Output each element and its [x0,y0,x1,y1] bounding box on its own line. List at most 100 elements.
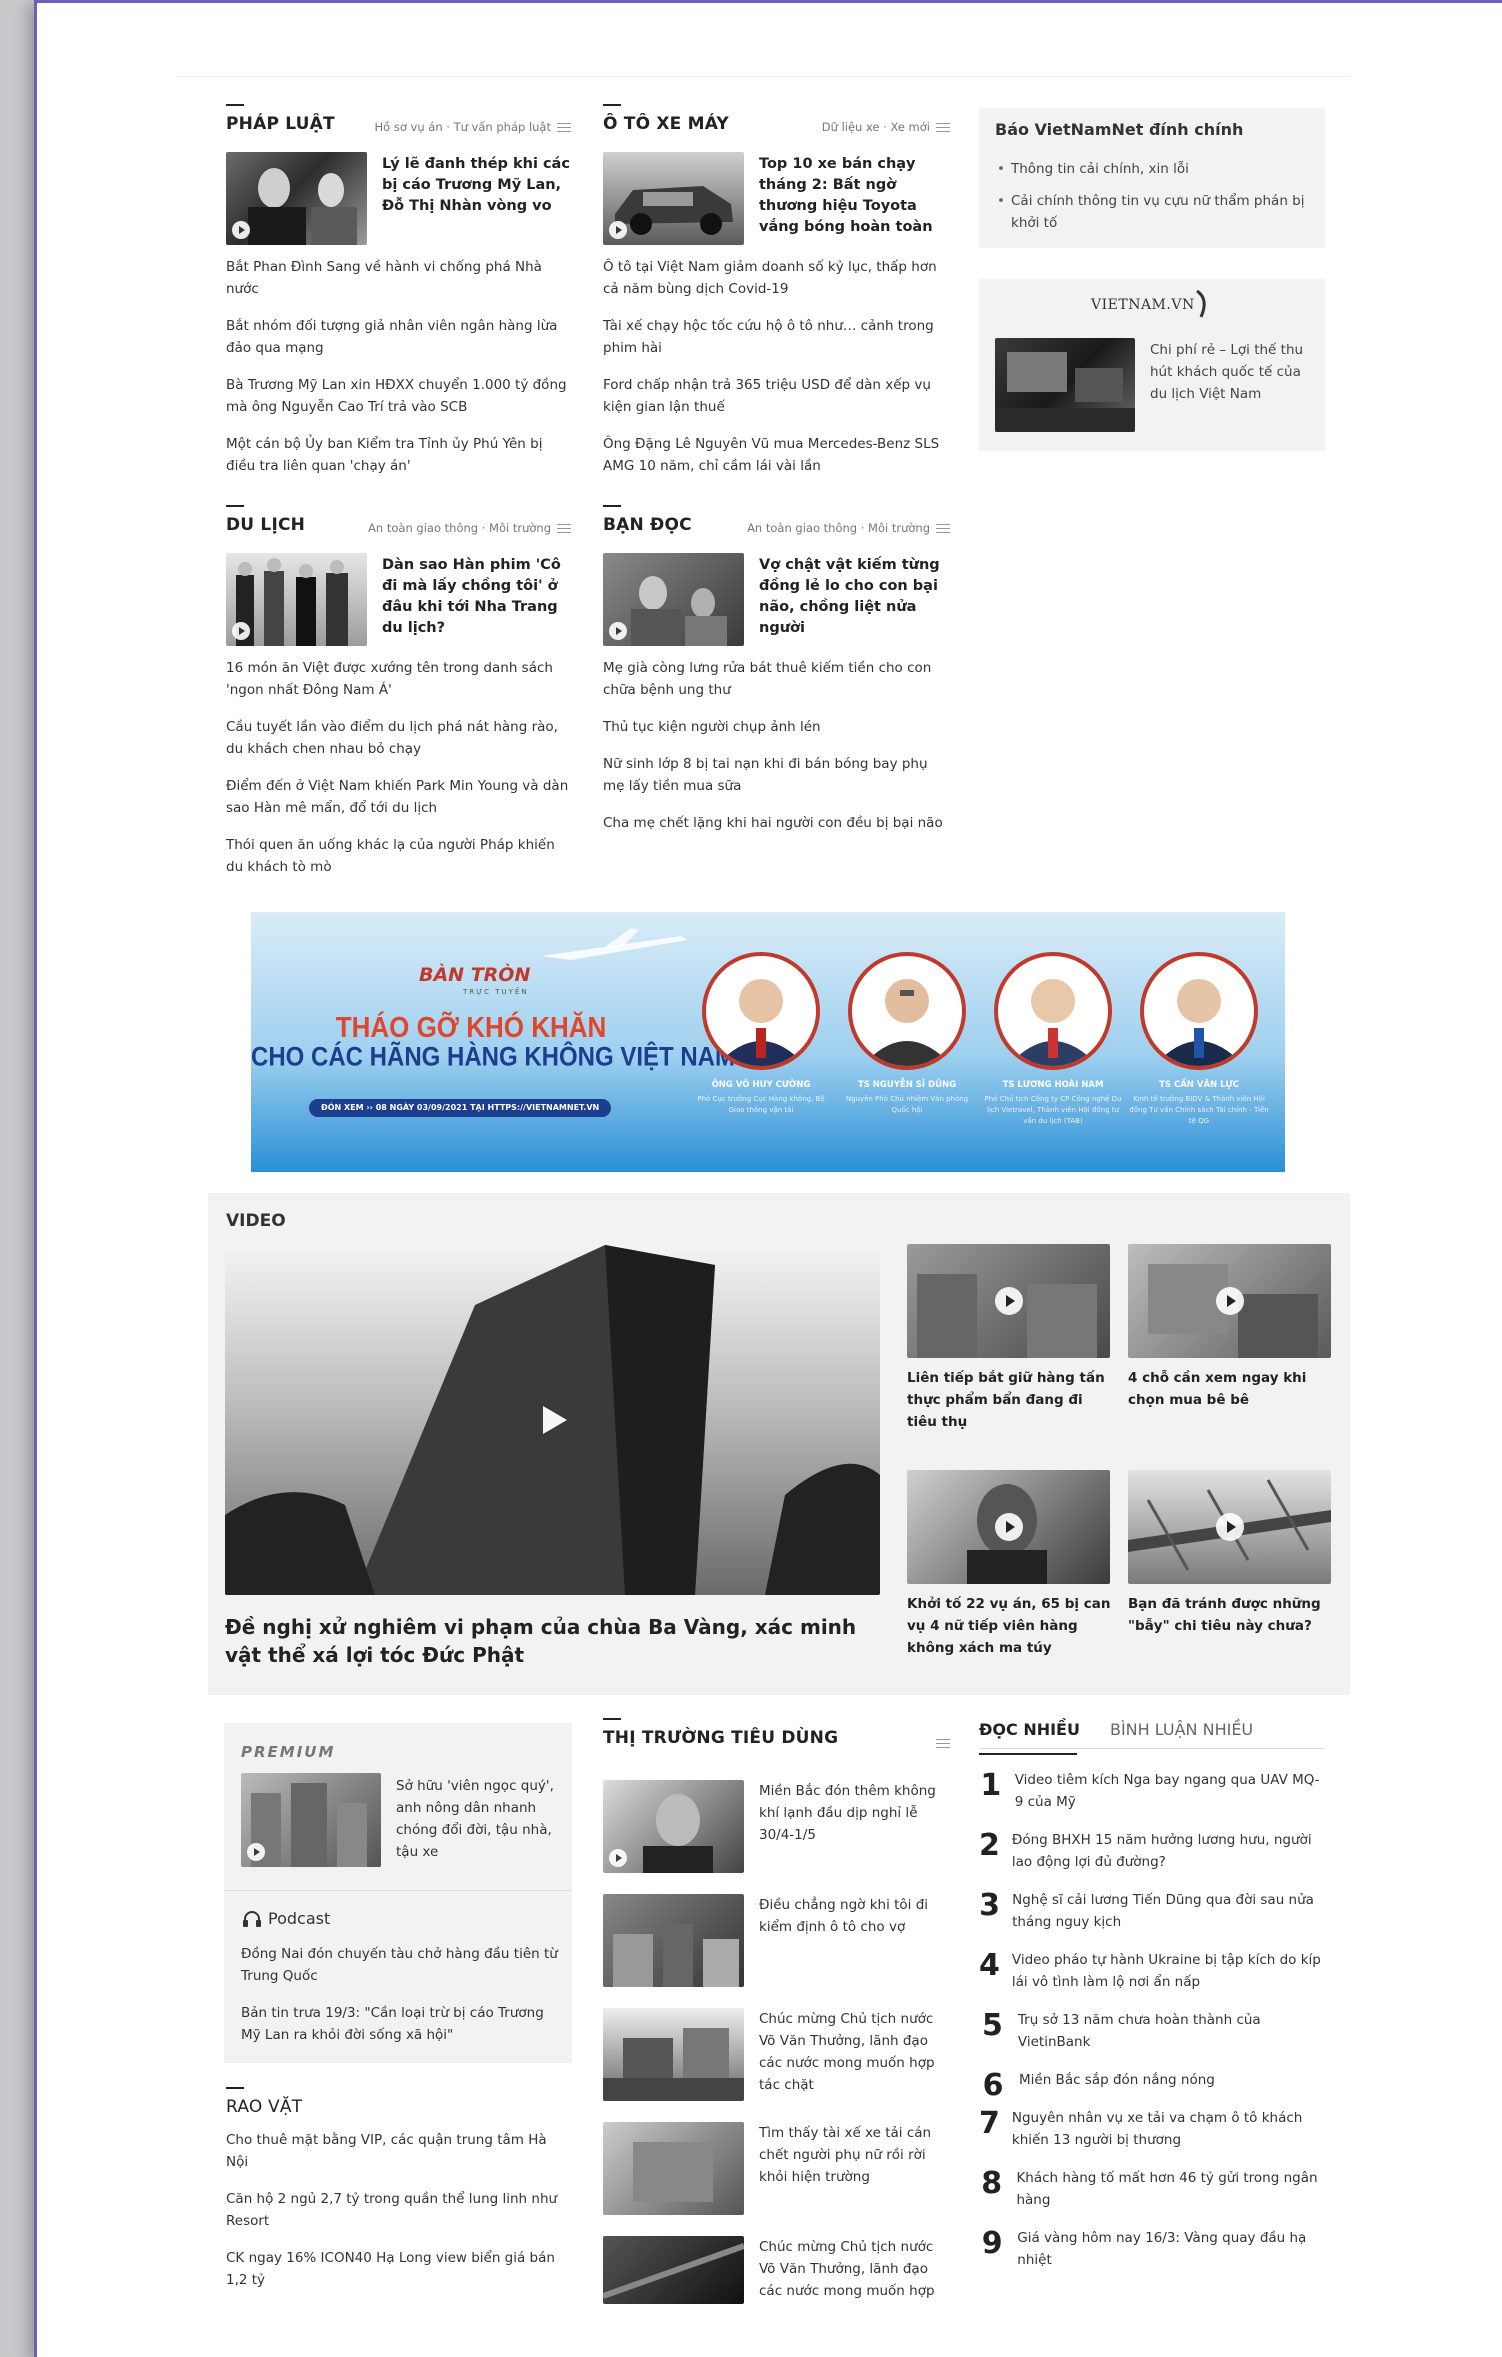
event-banner[interactable]: BÀN TRÒN TRỰC TUYẾN THÁO GỠ KHÓ KHĂN CHO… [251,912,1285,1172]
list-item[interactable]: Tài xế chạy hộc tốc cứu hộ ô tô như… cản… [603,315,950,359]
lead-title[interactable]: Lý lẽ đanh thép khi các bị cáo Trương Mỹ… [382,154,574,217]
rank-title[interactable]: Đóng BHXH 15 năm hưởng lương hưu, người … [1012,1829,1325,1889]
correction-item[interactable]: Thông tin cải chính, xin lỗi [993,158,1315,180]
menu-icon[interactable] [936,1739,950,1748]
vietnamvn-logo[interactable]: VIETNAM.VN [1091,297,1195,313]
premium-lead[interactable]: Sở hữu 'viên ngọc quý', anh nông dân nha… [396,1775,556,1863]
rank-title[interactable]: Miền Bắc sắp đón nắng nóng [1019,2069,1215,2107]
list-item[interactable]: Điểm đến ở Việt Nam khiến Park Min Young… [226,775,571,819]
list-item[interactable]: 16 món ăn Việt được xướng tên trong danh… [226,657,571,701]
premium-label[interactable]: PREMIUM [241,1743,335,1761]
vietnamvn-thumbnail[interactable] [995,338,1135,432]
article-thumbnail[interactable] [603,2008,744,2101]
tab-doc-nhieu[interactable]: ĐỌC NHIỀU [979,1720,1080,1739]
lead-thumbnail[interactable] [226,553,367,646]
rank-title[interactable]: Trụ sở 13 năm chưa hoàn thành của Vietin… [1018,2009,1325,2069]
article-title[interactable]: Tìm thấy tài xế xe tải cán chết người ph… [759,2122,951,2188]
video-title[interactable]: Liên tiếp bắt giữ hàng tấn thực phẩm bẩn… [907,1367,1112,1433]
section-sublinks[interactable]: An toàn giao thông · Môi trường [368,521,551,535]
list-item[interactable]: Cầu tuyết lần vào điểm du lịch phá nát h… [226,716,571,760]
lead-thumbnail[interactable] [603,152,744,245]
section-title[interactable]: Ô TÔ XE MÁY [603,104,729,134]
video-main-title[interactable]: Đề nghị xử nghiêm vi phạm của chùa Ba Và… [225,1613,885,1669]
list-item[interactable]: Nữ sinh lớp 8 bị tai nạn khi đi bán bóng… [603,753,950,797]
list-item[interactable]: Bắt nhóm đối tượng giả nhân viên ngân hà… [226,315,571,359]
video-title[interactable]: Khởi tố 22 vụ án, 65 bị can vụ 4 nữ tiếp… [907,1593,1112,1659]
ranked-item[interactable]: 4 Video pháo tự hành Ukraine bị tập kích … [979,1949,1325,2009]
ranked-item[interactable]: 2 Đóng BHXH 15 năm hưởng lương hưu, người… [979,1829,1325,1889]
article-thumbnail[interactable] [603,1894,744,1987]
rank-title[interactable]: Giá vàng hôm nay 16/3: Vàng quay đầu hạ … [1017,2227,1325,2287]
tab-binh-luan-nhieu[interactable]: BÌNH LUẬN NHIỀU [1110,1720,1253,1739]
video-thumbnail[interactable] [907,1470,1110,1584]
rank-title[interactable]: Video tiêm kích Nga bay ngang qua UAV MQ… [1015,1769,1325,1829]
rank-title[interactable]: Nghệ sĩ cải lương Tiến Dũng qua đời sau … [1012,1889,1325,1949]
premium-thumbnail[interactable] [241,1773,381,1867]
list-item[interactable]: Cha mẹ chết lặng khi hai người con đều b… [603,812,950,834]
list-item[interactable]: Mẹ già còng lưng rửa bát thuê kiếm tiền … [603,657,950,701]
article-thumbnail[interactable] [603,1780,744,1873]
section-title[interactable]: THỊ TRƯỜNG TIÊU DÙNG [603,1718,838,1748]
menu-icon[interactable] [936,123,950,132]
menu-icon[interactable] [557,123,571,132]
play-icon[interactable] [994,1287,1023,1315]
play-icon[interactable] [542,1406,567,1434]
video-thumbnail[interactable] [907,1244,1110,1358]
list-item[interactable]: Bắt Phan Đình Sang về hành vi chống phá … [226,256,571,300]
play-icon[interactable] [1215,1513,1244,1541]
ranked-item[interactable]: 5 Trụ sở 13 năm chưa hoàn thành của Vieti… [979,2009,1325,2069]
list-item[interactable]: Ford chấp nhận trả 365 triệu USD để dàn … [603,374,950,418]
lead-title[interactable]: Dàn sao Hàn phim 'Cô đi mà lấy chồng tôi… [382,555,574,639]
section-title[interactable]: BẠN ĐỌC [603,505,692,535]
rank-title[interactable]: Khách hàng tố mất hơn 46 tỷ gửi trong ng… [1016,2167,1325,2227]
article-title[interactable]: Điều chẳng ngờ khi tôi đi kiểm định ô tô… [759,1894,951,1938]
podcast-label[interactable]: Podcast [268,1909,330,1928]
section-title[interactable]: RAO VẶT [226,2087,571,2117]
list-item[interactable]: Bà Trương Mỹ Lan xin HĐXX chuyển 1.000 t… [226,374,571,418]
play-icon[interactable] [994,1513,1023,1541]
video-title[interactable]: Bạn đã tránh được những "bẫy" chi tiêu n… [1128,1593,1333,1637]
section-sublinks[interactable]: Dữ liệu xe · Xe mới [822,120,930,134]
lead-title[interactable]: Top 10 xe bán chạy tháng 2: Bất ngờ thươ… [759,154,953,238]
menu-icon[interactable] [557,524,571,533]
article-title[interactable]: Chúc mừng Chủ tịch nước Võ Văn Thưởng, l… [759,2008,951,2096]
lead-title[interactable]: Vợ chật vật kiếm từng đồng lẻ lo cho con… [759,555,944,639]
video-thumbnail[interactable] [1128,1470,1331,1584]
article-thumbnail[interactable] [603,2236,744,2304]
ranked-item[interactable]: 3 Nghệ sĩ cải lương Tiến Dũng qua đời sau… [979,1889,1325,1949]
podcast-item[interactable]: Đồng Nai đón chuyến tàu chở hàng đầu tiê… [241,1943,559,1987]
list-item[interactable]: Thói quen ăn uống khác lạ của người Pháp… [226,834,571,878]
section-sublinks[interactable]: Hồ sơ vụ án · Tư vấn pháp luật [375,120,551,134]
correction-item[interactable]: Cải chính thông tin vụ cựu nữ thẩm phán … [993,190,1315,234]
list-item[interactable]: Ô tô tại Việt Nam giảm doanh số kỷ lục, … [603,256,950,300]
article-title[interactable]: Miền Bắc đón thêm không khí lạnh đầu dịp… [759,1780,951,1846]
video-thumbnail[interactable] [1128,1244,1331,1358]
banner-cta[interactable]: ĐÓN XEM ›› 08 NGÀY 03/09/2021 TẠI HTTPS:… [309,1099,612,1117]
list-item[interactable]: CK ngay 16% ICON40 Hạ Long view biển giá… [226,2247,571,2291]
video-main-thumbnail[interactable] [225,1245,880,1595]
play-icon[interactable] [1215,1287,1244,1315]
lead-thumbnail[interactable] [603,553,744,646]
rank-title[interactable]: Video pháo tự hành Ukraine bị tập kích d… [1012,1949,1325,2009]
video-title[interactable]: 4 chỗ cần xem ngay khi chọn mua bê bê [1128,1367,1333,1411]
ranked-item[interactable]: 7 Nguyên nhân vụ xe tải va chạm ô tô khác… [979,2107,1325,2167]
ranked-item[interactable]: 6 Miền Bắc sắp đón nắng nóng [979,2069,1325,2107]
list-item[interactable]: Căn hộ 2 ngủ 2,7 tỷ trong quần thể lung … [226,2188,571,2232]
article-title[interactable]: Chúc mừng Chủ tịch nước Võ Văn Thưởng, l… [759,2236,951,2302]
ranked-item[interactable]: 1 Video tiêm kích Nga bay ngang qua UAV M… [979,1769,1325,1829]
podcast-item[interactable]: Bản tin trưa 19/3: "Cần loại trừ bị cáo … [241,2002,559,2046]
article-thumbnail[interactable] [603,2122,744,2215]
ranked-item[interactable]: 8 Khách hàng tố mất hơn 46 tỷ gửi trong n… [979,2167,1325,2227]
list-item[interactable]: Cho thuê mặt bằng VIP, các quận trung tâ… [226,2129,571,2173]
list-item[interactable]: Một cán bộ Ủy ban Kiểm tra Tỉnh ủy Phú Y… [226,433,571,477]
rank-title[interactable]: Nguyên nhân vụ xe tải va chạm ô tô khách… [1012,2107,1325,2167]
vietnamvn-text[interactable]: Chi phí rẻ – Lợi thế thu hút khách quốc … [1150,339,1315,405]
lead-thumbnail[interactable] [226,152,367,245]
correction-title[interactable]: Báo VietNamNet đính chính [995,120,1243,139]
section-sublinks[interactable]: An toàn giao thông · Môi trường [747,521,930,535]
list-item[interactable]: Thủ tục kiện người chụp ảnh lén [603,716,950,738]
section-title[interactable]: PHÁP LUẬT [226,104,335,134]
list-item[interactable]: Ông Đặng Lê Nguyên Vũ mua Mercedes-Benz … [603,433,950,477]
menu-icon[interactable] [936,524,950,533]
ranked-item[interactable]: 9 Giá vàng hôm nay 16/3: Vàng quay đầu hạ… [979,2227,1325,2287]
